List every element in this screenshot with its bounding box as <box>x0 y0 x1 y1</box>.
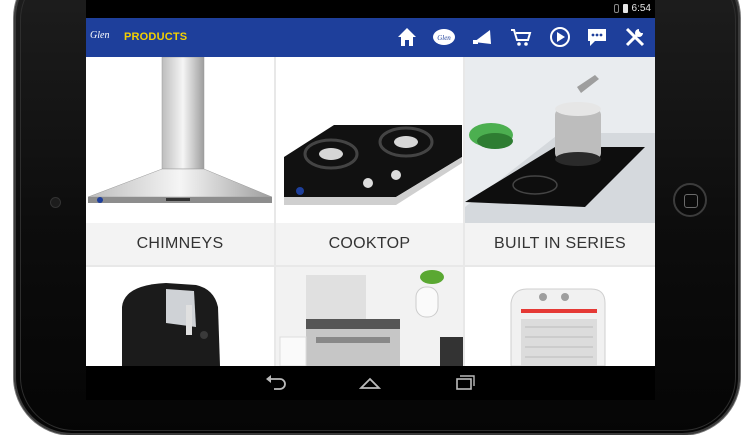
product-grid: CHIMNEYS COOKTOP BUILT IN SERIES <box>86 57 655 366</box>
action-bar: Glen PRODUCTS Glen <box>86 18 655 57</box>
range-image <box>276 267 463 366</box>
tile-label: CHIMNEYS <box>86 223 274 265</box>
tile-label: COOKTOP <box>276 223 463 265</box>
chat-icon[interactable] <box>584 24 610 50</box>
tile-kitchen-range[interactable] <box>276 267 463 366</box>
battery-icon <box>622 4 628 13</box>
page-title: PRODUCTS <box>124 31 188 43</box>
air-fryer-image <box>122 283 220 366</box>
built-in-hob-image <box>465 57 655 223</box>
tile-room-heater[interactable] <box>465 267 655 366</box>
front-camera <box>50 197 61 208</box>
cooktop-image <box>284 125 462 205</box>
status-time: 6:54 <box>631 3 651 14</box>
glen-logo-icon[interactable]: Glen <box>431 24 457 50</box>
chimney-image <box>87 57 273 203</box>
tile-cooktop[interactable]: COOKTOP <box>276 57 463 265</box>
back-icon[interactable] <box>263 372 287 394</box>
screen: 6:54 Glen PRODUCTS Glen CHIMNEYS COOKTOP… <box>86 0 655 400</box>
tile-built-in-series[interactable]: BUILT IN SERIES <box>465 57 655 265</box>
home-icon[interactable] <box>394 24 420 50</box>
tools-icon[interactable] <box>622 24 648 50</box>
cart-icon[interactable] <box>508 24 534 50</box>
tile-chimneys[interactable]: CHIMNEYS <box>86 57 274 265</box>
recents-icon[interactable] <box>452 372 476 394</box>
tile-air-fryer[interactable] <box>86 267 274 366</box>
system-nav-bar <box>86 366 655 400</box>
svg-text:Glen: Glen <box>437 34 451 42</box>
app-logo[interactable]: Glen <box>90 30 109 41</box>
announcement-icon[interactable] <box>470 24 496 50</box>
hardware-home-button[interactable] <box>673 183 707 217</box>
tile-label: BUILT IN SERIES <box>465 223 655 265</box>
play-icon[interactable] <box>547 24 573 50</box>
bluetooth-icon <box>613 4 619 13</box>
status-bar: 6:54 <box>86 0 655 18</box>
heater-image <box>510 288 606 366</box>
home-icon[interactable] <box>358 372 382 394</box>
